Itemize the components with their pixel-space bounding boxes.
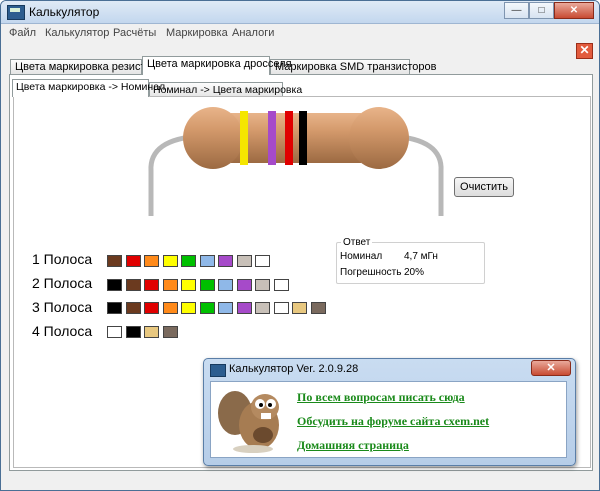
title-bar[interactable]: Калькулятор — □ ✕ <box>1 1 599 24</box>
answer-legend: Ответ <box>341 237 373 248</box>
band-2-swatch-10[interactable] <box>273 279 289 291</box>
main-window: Калькулятор — □ ✕ Файл Калькулятор Расчё… <box>0 0 600 491</box>
tolerance-label: Погрешность <box>340 267 402 278</box>
menu-calculator[interactable]: Калькулятор <box>45 27 109 39</box>
band-2-swatch-1[interactable] <box>107 279 122 291</box>
inductor-body <box>231 113 361 163</box>
inductor-image <box>148 107 444 216</box>
inductor-band-2 <box>268 111 276 165</box>
band-1-swatch-6[interactable] <box>199 255 215 267</box>
band-1-swatch-2[interactable] <box>125 255 141 267</box>
app-icon <box>7 5 25 20</box>
band-1-swatch-5[interactable] <box>181 255 196 267</box>
forum-link[interactable]: Обсудить на форуме сайта cxem.net <box>297 414 489 429</box>
band-3-label: 3 Полоса <box>32 299 93 315</box>
menu-marking[interactable]: Маркировка <box>166 27 228 39</box>
tolerance-value: 20% <box>404 267 425 278</box>
dialog-app-icon <box>210 364 226 377</box>
band-3-swatch-3[interactable] <box>144 302 159 314</box>
clear-button[interactable]: Очистить <box>454 177 514 197</box>
maximize-button[interactable]: □ <box>529 2 554 19</box>
inductor-band-3 <box>285 111 293 165</box>
band-2-swatch-9[interactable] <box>255 279 270 291</box>
menu-calculations[interactable]: Расчёты <box>113 27 156 39</box>
dialog-title: Калькулятор Ver. 2.0.9.28 <box>229 363 359 375</box>
band-3-swatch-10[interactable] <box>273 302 289 314</box>
band-3-swatch-9[interactable] <box>255 302 270 314</box>
band-2-swatch-2[interactable] <box>125 279 141 291</box>
band-2-swatch-4[interactable] <box>162 279 178 291</box>
band-3-swatch-8[interactable] <box>236 302 252 314</box>
band-1-swatch-7[interactable] <box>218 255 233 267</box>
dialog-body: По всем вопросам писать сюда Обсудить на… <box>210 381 567 458</box>
band-3-swatch-7[interactable] <box>218 302 233 314</box>
band-2-swatch-7[interactable] <box>218 279 233 291</box>
window-title: Калькулятор <box>29 5 100 19</box>
nominal-value: 4,7 мГн <box>404 251 438 262</box>
inductor-band-4 <box>299 111 307 165</box>
close-tab-icon[interactable]: ✕ <box>576 43 593 59</box>
band-3-swatch-12[interactable] <box>310 302 326 314</box>
band-2-swatch-8[interactable] <box>236 279 252 291</box>
inductor-cap-left <box>183 107 243 169</box>
tab-inductor-colors[interactable]: Цвета маркировка дросселя <box>142 56 292 75</box>
tab-resistor-colors[interactable]: Цвета маркировка резистора <box>10 59 164 75</box>
band-3-swatch-1[interactable] <box>107 302 122 314</box>
subtab-colors-to-value[interactable]: Цвета маркировка -> Номинал <box>12 79 165 97</box>
menu-file[interactable]: Файл <box>9 27 36 39</box>
contact-link[interactable]: По всем вопросам писать сюда <box>297 390 465 405</box>
inductor-cap-right <box>349 107 409 169</box>
close-button[interactable]: ✕ <box>554 2 594 19</box>
minimize-button[interactable]: — <box>504 2 529 19</box>
band-3-swatch-4[interactable] <box>162 302 178 314</box>
menu-analogs[interactable]: Аналоги <box>232 27 274 39</box>
band-4-swatch-1[interactable] <box>107 326 122 338</box>
band-3-swatch-6[interactable] <box>199 302 215 314</box>
nominal-label: Номинал <box>340 251 383 262</box>
band-4-swatch-3[interactable] <box>144 326 159 338</box>
band-2-swatch-6[interactable] <box>199 279 215 291</box>
inductor-band-1 <box>240 111 248 165</box>
band-1-swatch-8[interactable] <box>236 255 252 267</box>
band-4-label: 4 Полоса <box>32 323 93 339</box>
band-3-swatch-5[interactable] <box>181 302 196 314</box>
dialog-close-button[interactable]: ✕ <box>531 360 571 376</box>
band-1-swatch-3[interactable] <box>144 255 159 267</box>
band-1-swatch-4[interactable] <box>162 255 178 267</box>
band-1-swatch-9[interactable] <box>255 255 270 267</box>
band-2-swatch-5[interactable] <box>181 279 196 291</box>
band-3-swatch-2[interactable] <box>125 302 141 314</box>
homepage-link[interactable]: Домашняя страница <box>297 438 409 453</box>
band-3-swatch-11[interactable] <box>292 302 307 314</box>
menu-bar: Файл Калькулятор Расчёты Маркировка Анал… <box>1 24 599 42</box>
band-4-swatch-2[interactable] <box>125 326 141 338</box>
band-2-swatch-3[interactable] <box>144 279 159 291</box>
squirrel-mascot-image <box>218 391 279 453</box>
band-1-label: 1 Полоса <box>32 251 93 267</box>
band-1-swatch-1[interactable] <box>107 255 122 267</box>
band-4-swatch-4[interactable] <box>162 326 178 338</box>
about-dialog: Калькулятор Ver. 2.0.9.28 ✕ По всем вопр… <box>203 358 576 466</box>
band-2-label: 2 Полоса <box>32 275 93 291</box>
